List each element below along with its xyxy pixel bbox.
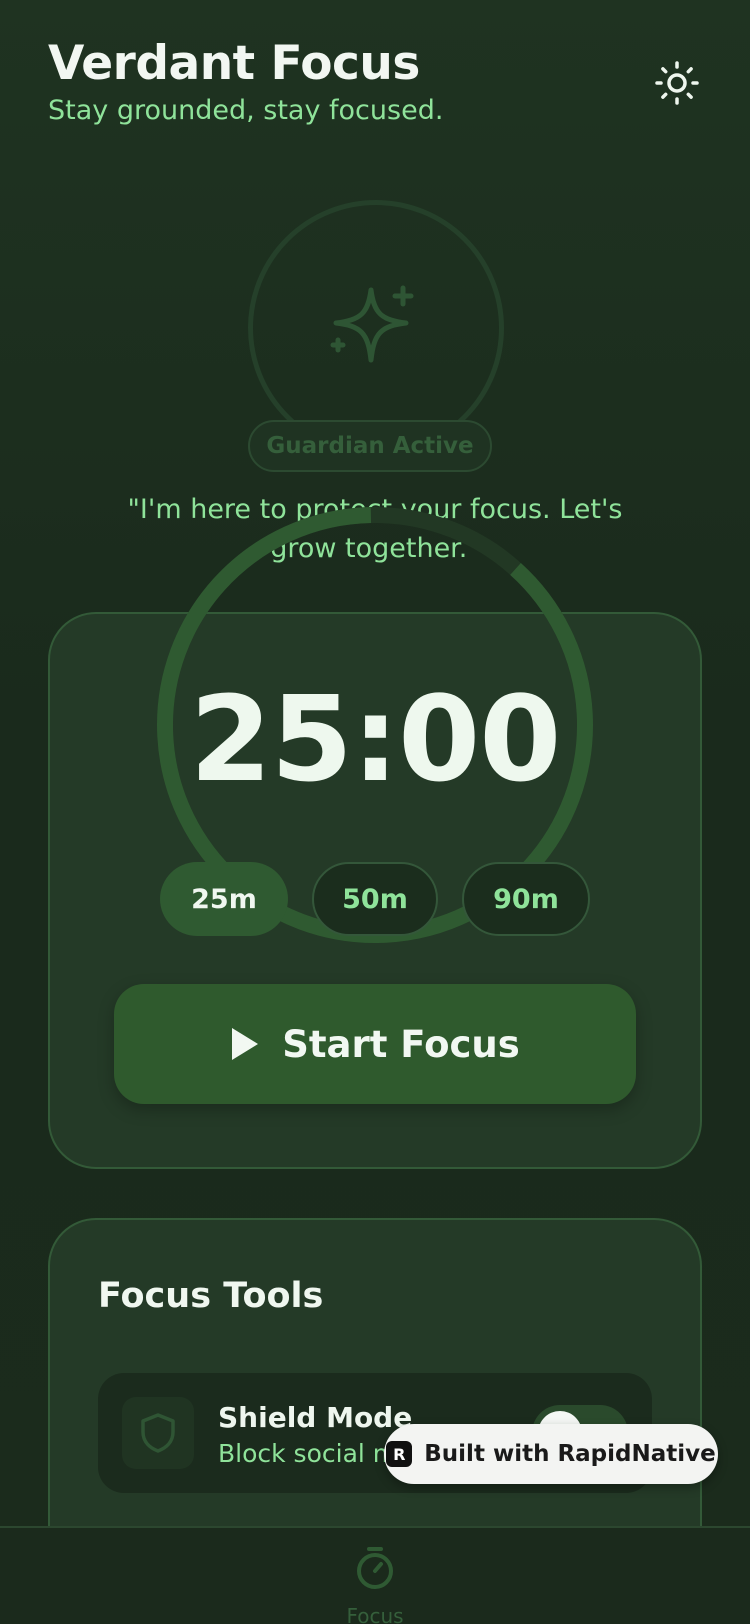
play-icon <box>232 1028 259 1060</box>
tool-icon-box <box>122 1397 194 1469</box>
theme-toggle-button[interactable] <box>652 58 702 108</box>
guardian-avatar <box>248 200 504 456</box>
duration-presets: 25m 50m 90m <box>0 862 750 936</box>
preset-90m[interactable]: 90m <box>462 862 590 936</box>
guardian-quote: "I'm here to protect your focus. Let's g… <box>127 494 623 564</box>
sparkle-icon <box>330 285 414 363</box>
shield-icon <box>141 1413 175 1453</box>
timer-display: 25:00 <box>189 670 562 808</box>
app-subtitle: Stay grounded, stay focused. <box>48 95 444 126</box>
rapidnative-logo-icon: R <box>386 1441 413 1467</box>
tool-name: Shield Mode <box>218 1401 413 1434</box>
app-title: Verdant Focus <box>48 36 420 91</box>
built-with-rapidnative-badge[interactable]: R Built with RapidNative <box>384 1424 718 1484</box>
timer-icon <box>357 1547 393 1589</box>
preset-50m[interactable]: 50m <box>312 862 438 936</box>
tab-focus-label: Focus <box>346 1604 404 1624</box>
start-focus-button[interactable]: Start Focus <box>114 984 636 1104</box>
app-screen: Verdant Focus Stay grounded, stay focuse… <box>0 0 750 1624</box>
start-focus-label: Start Focus <box>282 1022 520 1066</box>
header: Verdant Focus Stay grounded, stay focuse… <box>48 36 702 126</box>
guardian-status-badge: Guardian Active <box>248 420 492 472</box>
sun-icon <box>655 61 699 105</box>
tab-focus[interactable]: Focus <box>325 1542 425 1624</box>
tab-bar: Focus <box>0 1526 750 1624</box>
badge-label: Built with RapidNative <box>424 1441 716 1467</box>
focus-tools-title: Focus Tools <box>98 1276 324 1316</box>
preset-25m[interactable]: 25m <box>160 862 288 936</box>
